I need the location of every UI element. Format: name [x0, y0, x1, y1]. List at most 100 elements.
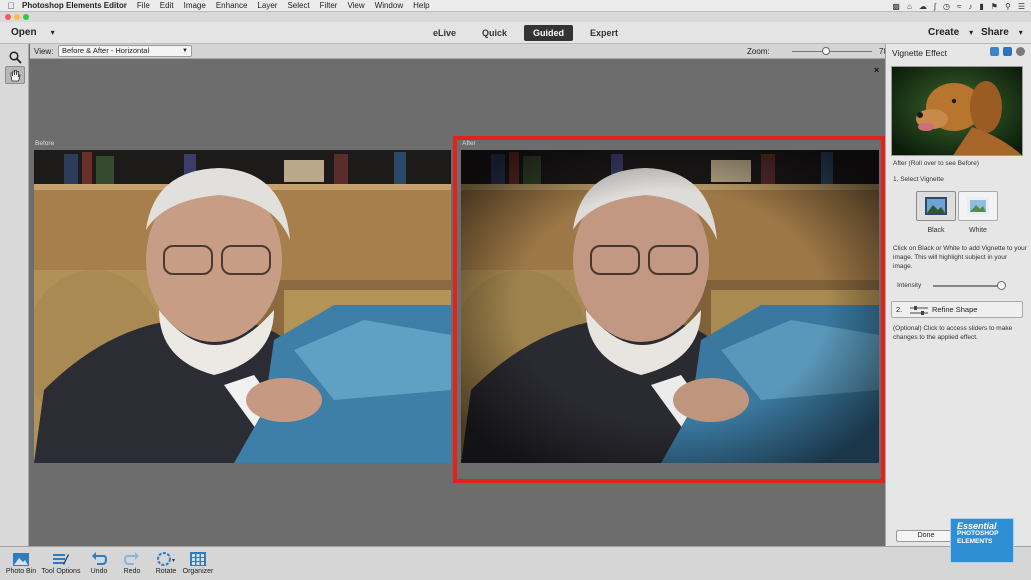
chevron-down-icon: ▾ — [50, 28, 55, 37]
close-window-icon[interactable] — [5, 14, 11, 20]
tab-elive[interactable]: eLive — [424, 25, 465, 41]
home-icon[interactable]: ⌂ — [907, 2, 912, 11]
refine-help-text: (Optional) Click to access sliders to ma… — [893, 325, 1013, 341]
black-vignette-icon — [925, 197, 947, 215]
after-highlight-frame — [453, 136, 885, 483]
menu-edit[interactable]: Edit — [160, 1, 174, 10]
minimize-window-icon[interactable] — [14, 14, 20, 20]
bottom-taskbar: Photo Bin Tool Options Undo Redo Rotate … — [0, 546, 1031, 580]
photo-bin-icon — [13, 552, 29, 566]
share-button[interactable]: Share ▾ — [981, 27, 1023, 38]
time-machine-icon[interactable]: ◷ — [943, 2, 950, 11]
tool-options-label: Tool Options — [41, 568, 81, 575]
intensity-label: Intensity — [897, 282, 922, 289]
panel-title: Vignette Effect — [892, 48, 947, 58]
rotate-icon — [157, 552, 175, 566]
screen-record-icon[interactable]: ▩ — [892, 2, 900, 11]
photo-bin-label: Photo Bin — [5, 568, 37, 575]
organizer-label: Organizer — [182, 568, 214, 575]
menu-view[interactable]: View — [347, 1, 364, 10]
view-options-bar: View: Before & After - Horizontal ▼ Zoom… — [30, 44, 895, 59]
apple-icon[interactable]:  — [0, 1, 22, 11]
menu-image[interactable]: Image — [184, 1, 206, 10]
tab-quick[interactable]: Quick — [473, 25, 516, 41]
undo-icon — [92, 552, 107, 565]
photo-bin-button[interactable]: Photo Bin — [5, 550, 37, 575]
effect-thumbnail[interactable] — [891, 66, 1023, 156]
zoom-slider[interactable] — [792, 47, 872, 55]
zoom-window-icon[interactable] — [23, 14, 29, 20]
app-name-menu[interactable]: Photoshop Elements Editor — [22, 1, 127, 10]
before-label: Before — [35, 140, 55, 147]
menu-filter[interactable]: Filter — [320, 1, 338, 10]
refine-shape-label: Refine Shape — [932, 305, 978, 314]
chevron-down-icon: ▾ — [969, 28, 974, 37]
open-button[interactable]: Open ▾ — [11, 27, 55, 38]
open-label: Open — [11, 27, 37, 38]
tool-options-button[interactable]: Tool Options — [40, 550, 82, 575]
search-icon[interactable]: ⚲ — [1005, 2, 1011, 11]
undo-label: Undo — [90, 568, 108, 575]
black-vignette-button[interactable] — [916, 191, 956, 221]
view-select-value: Before & After - Horizontal — [62, 46, 150, 55]
view-select[interactable]: Before & After - Horizontal ▼ — [58, 45, 192, 57]
menu-layer[interactable]: Layer — [257, 1, 277, 10]
tab-guided[interactable]: Guided — [524, 25, 574, 41]
redo-button[interactable]: Redo — [121, 550, 143, 575]
help-icon[interactable] — [1016, 47, 1025, 56]
redo-label: Redo — [123, 568, 141, 575]
cloud-icon[interactable]: ☁ — [919, 2, 927, 11]
menu-help[interactable]: Help — [413, 1, 429, 10]
bluetooth-icon[interactable]: ∫ — [934, 2, 936, 11]
menu-enhance[interactable]: Enhance — [216, 1, 248, 10]
sliders-icon — [910, 306, 928, 315]
zoom-slider-handle[interactable] — [822, 47, 831, 55]
status-icons: ▩ ⌂ ☁ ∫ ◷ ≈ ♪ ▮ ⚑ ⚲ ☰ — [892, 0, 1025, 12]
chevron-down-icon: ▼ — [182, 48, 188, 54]
guided-panel: Vignette Effect After (Roll over to see … — [885, 44, 1031, 546]
panel-icons — [990, 47, 1025, 56]
create-label: Create — [928, 27, 960, 38]
rotate-button[interactable]: Rotate — [153, 550, 179, 575]
white-vignette-icon — [967, 197, 989, 215]
step1-label: 1. Select Vignette — [893, 176, 944, 183]
tab-expert[interactable]: Expert — [581, 25, 627, 41]
mode-tabs: eLive Quick Guided Expert — [424, 25, 635, 41]
organizer-icon — [190, 552, 206, 566]
essential-photoshop-elements-logo: Essential PHOTOSHOP ELEMENTS — [950, 518, 1014, 563]
intensity-slider[interactable] — [933, 281, 1007, 290]
rotate-label: Rotate — [155, 568, 177, 575]
screen-icon[interactable] — [990, 47, 999, 56]
battery-icon[interactable]: ▮ — [979, 2, 983, 11]
logo-line-3: ELEMENTS — [957, 538, 993, 545]
wifi-icon[interactable]: ≈ — [957, 2, 961, 11]
step2-number: 2. — [896, 305, 903, 314]
app-header: Open ▾ eLive Quick Guided Expert Create ▾ … — [0, 22, 1031, 44]
mac-menubar:  Photoshop Elements Editor File Edit Im… — [0, 0, 1031, 12]
organizer-button[interactable]: Organizer — [181, 550, 215, 575]
reset-icon[interactable] — [1003, 47, 1012, 56]
done-button[interactable]: Done — [896, 530, 956, 542]
toolbox — [0, 44, 29, 546]
before-photo — [34, 150, 451, 463]
chevron-down-icon: ▾ — [1018, 28, 1023, 37]
intensity-slider-handle[interactable] — [997, 281, 1007, 290]
magnifier-icon — [8, 50, 22, 64]
logo-line-1: Essential — [957, 521, 997, 531]
redo-icon — [124, 552, 139, 565]
create-button[interactable]: Create ▾ — [928, 27, 973, 38]
hand-tool[interactable] — [5, 66, 25, 84]
white-vignette-button[interactable] — [958, 191, 998, 221]
menu-file[interactable]: File — [137, 1, 150, 10]
list-icon[interactable]: ☰ — [1018, 2, 1025, 11]
undo-button[interactable]: Undo — [88, 550, 110, 575]
menu-window[interactable]: Window — [375, 1, 403, 10]
vignette-help-text: Click on Black or White to add Vignette … — [893, 245, 1027, 270]
refine-shape-button[interactable]: 2. Refine Shape — [891, 301, 1023, 318]
share-label: Share — [981, 27, 1009, 38]
volume-icon[interactable]: ♪ — [968, 2, 972, 11]
close-icon[interactable]: × — [874, 65, 879, 75]
zoom-tool[interactable] — [5, 48, 25, 66]
menu-select[interactable]: Select — [287, 1, 309, 10]
flag-icon[interactable]: ⚑ — [991, 2, 998, 11]
